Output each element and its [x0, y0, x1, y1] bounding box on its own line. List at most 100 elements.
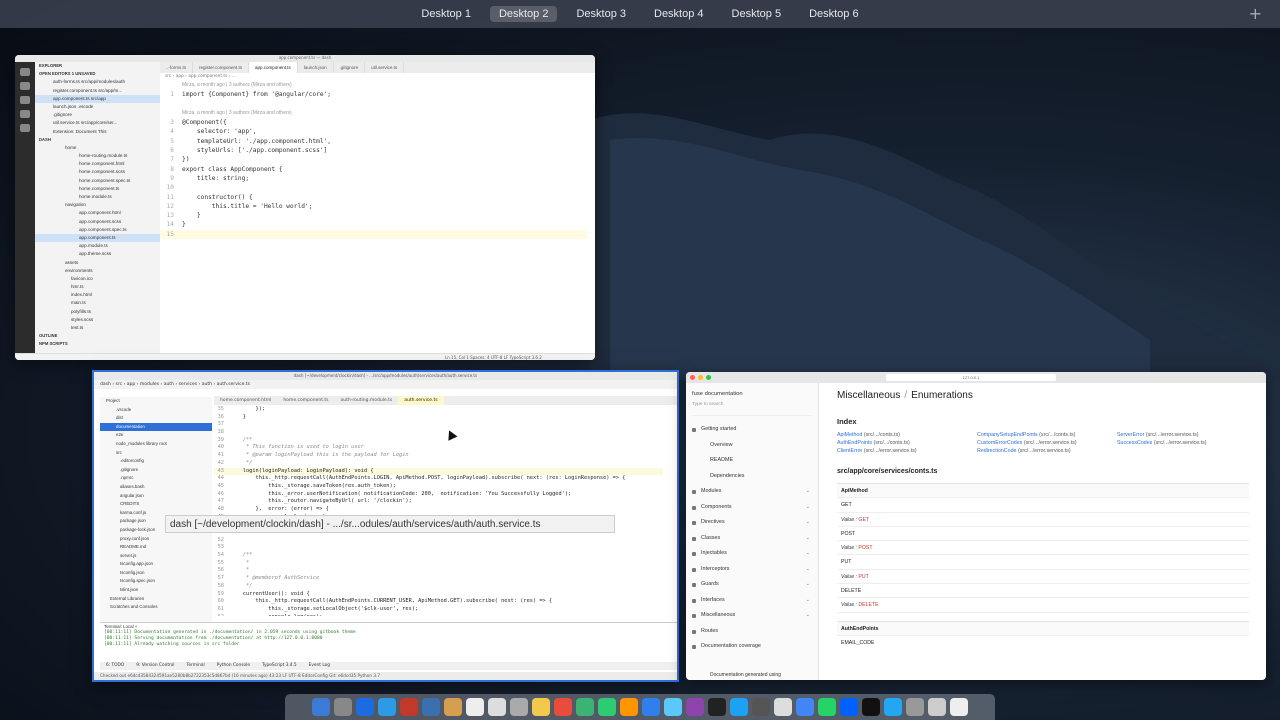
project-tree-item[interactable]: server.js [100, 552, 212, 561]
project-tree-item[interactable]: .gitignore [100, 466, 212, 475]
desktop-6-thumb[interactable]: Desktop 6 [800, 6, 868, 22]
close-icon[interactable] [690, 375, 695, 380]
appstore-icon[interactable] [730, 698, 748, 716]
code-line[interactable]: 53 [214, 544, 663, 552]
project-tree-item[interactable]: CREDITS [100, 500, 212, 509]
code-line[interactable]: 42 */ [214, 460, 663, 468]
project-tree-item[interactable]: proxy.conf.json [100, 535, 212, 544]
project-tree-item[interactable]: tslint.json [100, 586, 212, 595]
file-tree-item[interactable]: favicon.ico [35, 275, 160, 283]
code-line[interactable]: 15 [160, 229, 587, 240]
terminal-panel[interactable]: Terminal: Local + [00:11:11] Documentati… [100, 622, 677, 662]
launchpad-icon[interactable] [334, 698, 352, 716]
stickies-icon[interactable] [532, 698, 550, 716]
open-editor-item[interactable]: app.component.ts src/app [35, 94, 160, 103]
code-line[interactable]: 52 [214, 537, 663, 545]
enum-header[interactable]: AuthEndPoints [837, 621, 1249, 636]
code-line[interactable]: 12 this.title = 'Hello world'; [160, 202, 587, 211]
file-tree-item[interactable]: home.component.spec.ts [35, 177, 160, 185]
facetime-icon[interactable] [598, 698, 616, 716]
utilities-icon[interactable] [774, 698, 792, 716]
outline-header[interactable]: OUTLINE [35, 332, 160, 340]
settings-icon[interactable] [752, 698, 770, 716]
project-tree-item[interactable]: documentation [100, 422, 212, 432]
opera-icon[interactable] [400, 698, 418, 716]
vscode-editor[interactable]: Mirza, a month ago | 3 authors (Mirza an… [160, 81, 587, 353]
project-tree-item[interactable]: angular.json [100, 492, 212, 501]
source-control-icon[interactable] [20, 96, 30, 104]
code-line[interactable]: 38 [214, 429, 663, 437]
index-entry[interactable]: SuccessCodes (src/.../error.service.ts) [1117, 440, 1247, 446]
file-tree-item[interactable]: home-routing.module.ts [35, 152, 160, 160]
code-line[interactable]: 11 constructor() { [160, 193, 587, 202]
file-tree-item[interactable]: styles.scss [35, 316, 160, 324]
code-line[interactable]: 1 import {Component} from '@angular/core'… [160, 90, 587, 99]
docs-nav-item[interactable]: Miscellaneous ⌄ [686, 608, 818, 624]
index-link[interactable]: ClientError [837, 448, 862, 454]
tool-window-button[interactable]: 9: Version Control [136, 662, 174, 670]
project-tree-item[interactable]: dist [100, 414, 212, 423]
workspace-header[interactable]: DASH [35, 136, 160, 144]
window-controls[interactable] [690, 375, 711, 380]
project-tree-item[interactable]: src [100, 449, 212, 458]
code-line[interactable]: 8 export class AppComponent { [160, 165, 587, 174]
file-tree-item[interactable]: app.theme.scss [35, 250, 160, 258]
code-line[interactable]: 43 login(loginPayload: LoginPayload): vo… [214, 467, 663, 476]
docs-search-input[interactable]: Type to search [692, 402, 812, 416]
docs-nav-item[interactable]: README [686, 453, 818, 469]
docs-nav-item[interactable]: Documentation coverage [686, 639, 818, 655]
dropbox-icon[interactable] [840, 698, 858, 716]
browser-window[interactable]: 127.0.0.1 fuse documentation Type to sea… [686, 372, 1266, 680]
code-line[interactable]: 5 templateUrl: './app.component.html', [160, 137, 587, 146]
docs-nav-item[interactable]: Interfaces ⌄ [686, 593, 818, 609]
breadcrumb[interactable]: src › app › app.component.ts › ... [165, 74, 236, 79]
project-tree-item[interactable]: tsconfig.json [100, 569, 212, 578]
photos-icon[interactable] [510, 698, 528, 716]
index-link[interactable]: ServerError [1117, 432, 1144, 438]
add-desktop-button[interactable]: + [1249, 4, 1262, 23]
index-entry[interactable]: AuthEndPoints (src/.../conts.ts) [837, 440, 977, 446]
code-line[interactable]: 13 } [160, 211, 587, 220]
file-tree-item[interactable]: hmr.ts [35, 283, 160, 291]
project-tree-item[interactable]: tsconfig.spec.json [100, 577, 212, 586]
code-line[interactable]: 57 * @memberof AuthService [214, 575, 663, 583]
file-tree-item[interactable]: environments [35, 267, 160, 275]
automator-icon[interactable] [906, 698, 924, 716]
npm-scripts-header[interactable]: NPM SCRIPTS [35, 340, 160, 348]
project-tree-item[interactable]: .vscode [100, 406, 212, 415]
index-link[interactable]: CustomErrorCodes [977, 440, 1022, 446]
desktop-2-thumb[interactable]: Desktop 2 [489, 6, 558, 22]
docs-nav-item[interactable]: Dependencies [686, 469, 818, 485]
editor-tab[interactable]: home.component.html [214, 396, 277, 405]
project-tree-item[interactable]: e2e [100, 431, 212, 440]
finder-icon[interactable] [312, 698, 330, 716]
docs-nav-item[interactable]: Getting started [686, 422, 818, 438]
textedit-icon[interactable] [466, 698, 484, 716]
code-line[interactable]: 35 }); [214, 406, 663, 414]
file-tree-item[interactable]: assets [35, 259, 160, 267]
code-line[interactable]: 14} [160, 220, 587, 229]
file-tree-item[interactable]: app.component.scss [35, 218, 160, 226]
code-line[interactable]: 39 /** [214, 437, 663, 445]
desktop-1-thumb[interactable]: Desktop 1 [412, 6, 480, 22]
editor-tab[interactable]: .gitignore [334, 62, 366, 73]
code-line[interactable]: 58 */ [214, 583, 663, 591]
code-line[interactable]: 6 styleUrls: ['./app.component.scss'] [160, 146, 587, 155]
index-entry[interactable]: ServerError (src/.../error.service.ts) [1117, 432, 1247, 438]
tool-window-button[interactable]: Python Console [217, 662, 250, 670]
file-tree-item[interactable]: test.ts [35, 324, 160, 332]
file-tree-item[interactable]: app.component.spec.ts [35, 226, 160, 234]
keynote-icon[interactable] [642, 698, 660, 716]
downloads-icon[interactable] [928, 698, 946, 716]
open-editor-item[interactable]: auth-forms.ts src/app/modules/auth [35, 78, 160, 86]
terminal-tab[interactable]: Local [123, 624, 134, 629]
podcasts-icon[interactable] [686, 698, 704, 716]
code-line[interactable]: 47 this._router.navigateByUrl( url: '/cl… [214, 498, 663, 506]
open-editor-item[interactable]: register.component.ts src/app/m... [35, 87, 160, 95]
index-entry[interactable]: RedirectionCode (src/.../error.service.t… [977, 448, 1117, 454]
docs-nav-item[interactable]: Overview [686, 438, 818, 454]
code-line[interactable]: 56 * [214, 567, 663, 575]
project-tree-item[interactable]: External Libraries [100, 595, 212, 604]
project-tree-item[interactable]: .npmrc [100, 474, 212, 483]
docs-nav-item[interactable]: Routes [686, 624, 818, 640]
